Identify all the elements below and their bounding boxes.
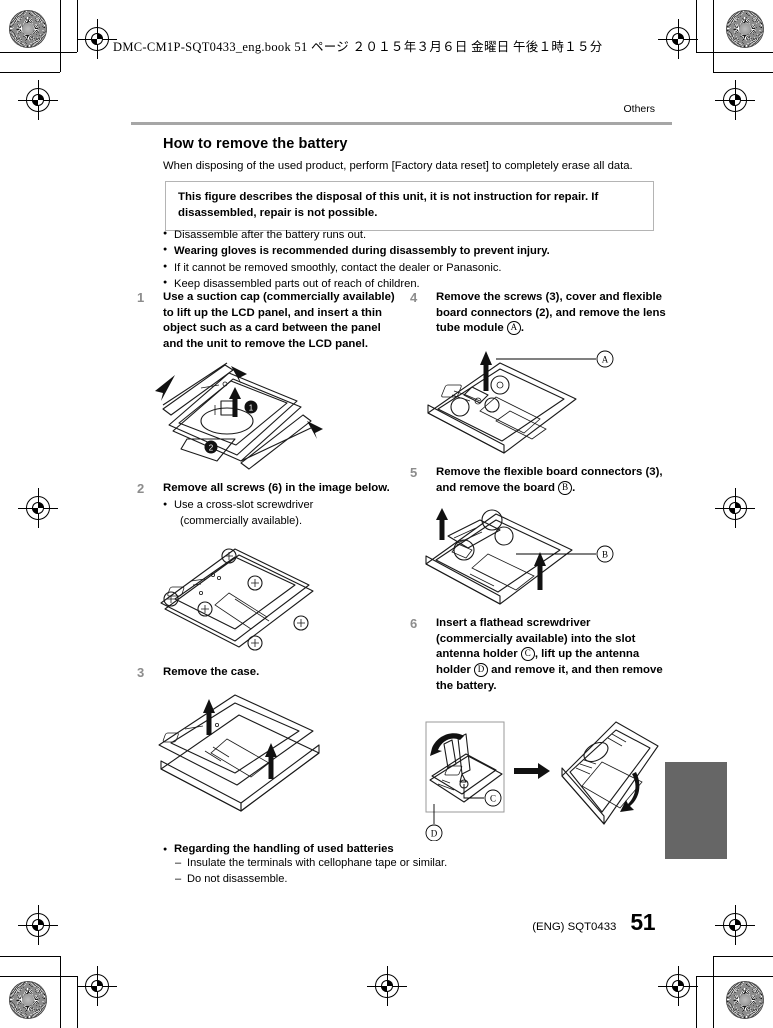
figure-step-5: B xyxy=(410,506,670,606)
registration-mark xyxy=(715,488,755,528)
document-code: (ENG) SQT0433 xyxy=(532,921,617,933)
registration-mark xyxy=(658,19,698,59)
starburst-test-patch xyxy=(9,981,47,1019)
bottom-note-item: Insulate the terminals with cellophane t… xyxy=(163,855,583,871)
step-2-sublist: Use a cross-slot screwdriver (commercial… xyxy=(163,498,397,529)
crop-line xyxy=(0,956,60,957)
running-head: Others xyxy=(623,103,655,115)
step-text: Use a suction cap (commercially availabl… xyxy=(163,291,395,350)
fig-label-two: 2 xyxy=(209,443,214,452)
step-number: 2 xyxy=(137,480,145,496)
starburst-test-patch xyxy=(726,981,764,1019)
crop-line xyxy=(713,956,773,957)
fig-label-b: B xyxy=(602,550,608,560)
step-5: 5 Remove the flexible board connectors (… xyxy=(410,465,670,496)
crop-line xyxy=(696,976,773,977)
step-number: 3 xyxy=(137,665,145,681)
figure-step-6: C D xyxy=(420,716,660,846)
step-1: 1 Use a suction cap (commercially availa… xyxy=(137,290,397,353)
step-4: 4 Remove the screws (3), cover and flexi… xyxy=(410,290,670,337)
page-title: How to remove the battery xyxy=(163,136,348,152)
registration-mark xyxy=(715,80,755,120)
pre-notes-list: Disassemble after the battery runs out. … xyxy=(163,227,673,292)
ref-letter-a: A xyxy=(506,321,521,336)
starburst-test-patch xyxy=(726,10,764,48)
crop-line xyxy=(0,52,77,53)
print-slug: DMC-CM1P-SQT0433_eng.book 51 ページ ２０１５年３月… xyxy=(113,40,603,54)
warning-box-text: This figure describes the disposal of th… xyxy=(178,191,599,219)
left-column: 1 Use a suction cap (commercially availa… xyxy=(137,290,397,825)
figure-step-2 xyxy=(137,543,397,655)
bottom-note-heading: Regarding the handling of used batteries xyxy=(163,843,583,857)
figure-step-1: 1 2 xyxy=(137,361,397,471)
fig-label-c: C xyxy=(490,794,496,804)
step-text: Remove all screws (6) in the image below… xyxy=(163,481,390,494)
registration-mark xyxy=(18,905,58,945)
step-number: 5 xyxy=(410,464,418,480)
bottom-note-item: Do not disassemble. xyxy=(163,871,583,887)
step-number: 1 xyxy=(137,290,145,305)
list-item: Wearing gloves is recommended during dis… xyxy=(163,243,673,259)
fig-label-a: A xyxy=(602,354,609,364)
ref-letter-c: C xyxy=(520,647,535,662)
bottom-note: Regarding the handling of used batteries… xyxy=(163,843,583,887)
starburst-test-patch xyxy=(9,10,47,48)
crop-line xyxy=(713,72,773,73)
step-3: 3 Remove the case. xyxy=(137,665,397,681)
registration-mark xyxy=(77,966,117,1006)
list-item: If it cannot be removed smoothly, contac… xyxy=(163,260,673,276)
step-number: 4 xyxy=(410,290,418,305)
crop-line xyxy=(696,52,773,53)
manual-page: DMC-CM1P-SQT0433_eng.book 51 ページ ２０１５年３月… xyxy=(0,0,773,1028)
list-item: Disassemble after the battery runs out. xyxy=(163,227,673,243)
step-text: Remove the screws (3), cover and flexibl… xyxy=(436,291,666,336)
figure-step-4: A xyxy=(410,347,670,455)
warning-box: This figure describes the disposal of th… xyxy=(165,181,654,232)
registration-mark xyxy=(18,80,58,120)
figure-step-3 xyxy=(137,693,397,815)
registration-mark xyxy=(715,905,755,945)
ref-letter-d: D xyxy=(473,663,488,677)
step-2: 2 Remove all screws (6) in the image bel… xyxy=(137,481,397,530)
right-column: 4 Remove the screws (3), cover and flexi… xyxy=(410,290,670,698)
section-lead: When disposing of the used product, perf… xyxy=(163,160,633,172)
crop-line xyxy=(60,956,61,1028)
step-text: Remove the flexible board connectors (3)… xyxy=(436,465,663,495)
crop-line xyxy=(713,956,714,1028)
registration-mark xyxy=(18,488,58,528)
header-rule xyxy=(131,122,672,125)
page-footer: (ENG) SQT0433 51 xyxy=(532,909,655,936)
transition-arrow-icon xyxy=(514,763,550,779)
thumb-index-tab xyxy=(665,762,727,859)
crop-line xyxy=(0,72,60,73)
registration-mark xyxy=(367,966,407,1006)
crop-line xyxy=(713,0,714,72)
ref-letter-b: B xyxy=(558,480,573,495)
step-number: 6 xyxy=(410,616,418,632)
fig-label-d: D xyxy=(431,829,438,839)
fig-label-one: 1 xyxy=(249,403,254,412)
registration-mark xyxy=(77,19,117,59)
step-6: 6 Insert a flathead screwdriver (commerc… xyxy=(410,616,670,694)
step-text: Insert a flathead screwdriver (commercia… xyxy=(436,617,663,692)
registration-mark xyxy=(658,966,698,1006)
crop-line xyxy=(60,0,61,72)
crop-line xyxy=(0,976,77,977)
list-item: Use a cross-slot screwdriver (commercial… xyxy=(163,498,397,529)
page-number: 51 xyxy=(630,909,655,935)
step-text: Remove the case. xyxy=(163,666,260,679)
